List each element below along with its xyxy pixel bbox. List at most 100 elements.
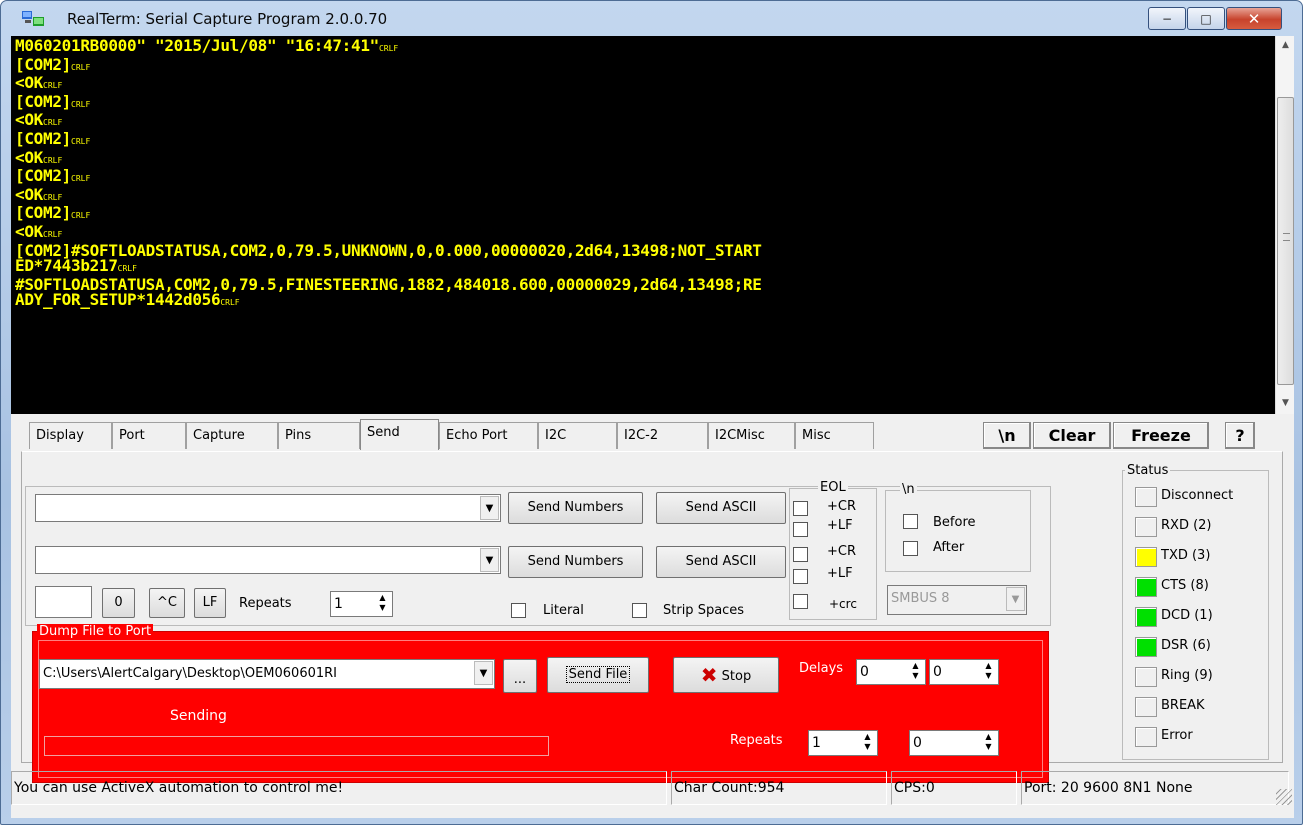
resize-grip-icon[interactable] bbox=[1276, 789, 1292, 805]
stop-button[interactable]: ✖ Stop bbox=[673, 657, 779, 693]
send-file-button[interactable]: Send File bbox=[547, 657, 649, 693]
dropdown-arrow-icon[interactable]: ▼ bbox=[1006, 587, 1025, 611]
file-path-combo[interactable]: C:\Users\AlertCalgary\Desktop\OEM060601R… bbox=[39, 659, 495, 689]
strip-spaces-checkbox[interactable] bbox=[632, 603, 647, 618]
terminal-line: [COM2]#SOFTLOADSTATUSA,COM2,0,79.5,UNKNO… bbox=[15, 240, 762, 260]
tab-display[interactable]: Display bbox=[29, 422, 112, 449]
spin-arrows-icon[interactable]: ▲ ▼ bbox=[980, 732, 997, 754]
tab-port[interactable]: Port bbox=[112, 422, 186, 449]
char-count: Char Count:954 bbox=[671, 771, 887, 805]
maximize-icon: □ bbox=[1200, 11, 1212, 26]
dump-repeats-spinner-1[interactable]: 1 ▲ ▼ bbox=[808, 730, 878, 756]
spin-arrows-icon[interactable]: ▲ ▼ bbox=[907, 661, 924, 683]
close-button[interactable]: ✕ bbox=[1226, 7, 1282, 30]
clear-button[interactable]: Clear bbox=[1033, 422, 1111, 449]
literal-checkbox[interactable] bbox=[511, 603, 526, 618]
send-ascii-button-2[interactable]: Send ASCII bbox=[656, 546, 786, 578]
send-ascii-button-1[interactable]: Send ASCII bbox=[656, 492, 786, 524]
dump-file-group: Dump File to Port C:\Users\AlertCalgary\… bbox=[32, 624, 1049, 783]
eol-cr-checkbox-2[interactable] bbox=[793, 547, 808, 562]
tab-i2c-2[interactable]: I2C-2 bbox=[617, 422, 708, 449]
status-label: RXD (2) bbox=[1161, 518, 1212, 533]
literal-label: Literal bbox=[543, 603, 584, 618]
tab-i2cmisc[interactable]: I2CMisc bbox=[708, 422, 795, 449]
minimize-icon: − bbox=[1161, 11, 1173, 26]
freeze-button[interactable]: Freeze bbox=[1113, 422, 1209, 449]
crlf-marker: CRLF bbox=[71, 99, 91, 109]
smbus-select[interactable]: SMBUS 8 ▼ bbox=[887, 585, 1027, 615]
repeats-spinner[interactable]: 1 ▲ ▼ bbox=[330, 591, 393, 617]
newline-button[interactable]: \n bbox=[983, 422, 1031, 449]
status-label: Ring (9) bbox=[1161, 668, 1213, 683]
crlf-marker: CRLF bbox=[43, 229, 63, 239]
terminal-line: [COM2]CRLF bbox=[15, 54, 91, 74]
status-led bbox=[1135, 727, 1157, 747]
dropdown-arrow-icon[interactable]: ▼ bbox=[474, 661, 493, 685]
spin-arrows-icon[interactable]: ▲ ▼ bbox=[859, 732, 876, 754]
status-bar: You can use ActiveX automation to contro… bbox=[11, 769, 1294, 809]
terminal-line: <OKCRLF bbox=[15, 184, 63, 204]
spin-arrows-icon[interactable]: ▲ ▼ bbox=[980, 661, 997, 683]
status-label: Error bbox=[1161, 728, 1193, 743]
newline-title: \n bbox=[900, 482, 917, 497]
port-info: Port: 20 9600 8N1 None bbox=[1021, 771, 1289, 805]
realterm-window: RealTerm: Serial Capture Program 2.0.0.7… bbox=[0, 0, 1303, 825]
maximize-button[interactable]: □ bbox=[1187, 7, 1225, 30]
before-checkbox[interactable] bbox=[903, 514, 918, 529]
repeats-label: Repeats bbox=[239, 596, 292, 611]
title-bar[interactable]: RealTerm: Serial Capture Program 2.0.0.7… bbox=[1, 1, 1302, 37]
delays-label: Delays bbox=[799, 661, 844, 676]
window-title: RealTerm: Serial Capture Program 2.0.0.7… bbox=[67, 10, 388, 28]
after-checkbox[interactable] bbox=[903, 541, 918, 556]
terminal-line: <OKCRLF bbox=[15, 73, 63, 93]
dump-repeats-spinner-2[interactable]: 0 ▲ ▼ bbox=[909, 730, 999, 756]
char-input[interactable] bbox=[35, 586, 92, 618]
dump-repeats-label: Repeats bbox=[730, 733, 783, 748]
scroll-thumb[interactable] bbox=[1277, 97, 1294, 385]
dropdown-arrow-icon[interactable]: ▼ bbox=[480, 548, 499, 572]
tab-echo-port[interactable]: Echo Port bbox=[439, 422, 538, 449]
tab-pins[interactable]: Pins bbox=[278, 422, 360, 449]
eol-crc-checkbox[interactable] bbox=[793, 594, 808, 609]
status-group: Status Disconnect RXD (2) TXD (3) CTS (8) DC… bbox=[1122, 463, 1269, 760]
scroll-up-icon[interactable]: ▲ bbox=[1276, 36, 1295, 54]
tab-send[interactable]: Send bbox=[360, 419, 439, 450]
status-label: Disconnect bbox=[1161, 488, 1234, 503]
eol-label: +CR bbox=[827, 544, 857, 559]
crlf-marker: CRLF bbox=[378, 44, 399, 53]
minimize-button[interactable]: − bbox=[1148, 7, 1186, 30]
newline-group: \n bbox=[885, 482, 1031, 572]
zero-button[interactable]: 0 bbox=[102, 588, 135, 618]
send-numbers-button-2[interactable]: Send Numbers bbox=[508, 546, 643, 578]
before-label: Before bbox=[933, 515, 976, 530]
eol-cr-checkbox-1[interactable] bbox=[793, 501, 808, 516]
browse-button[interactable]: ... bbox=[503, 659, 537, 693]
terminal-line: [COM2]CRLF bbox=[15, 166, 91, 186]
delay-spinner-1[interactable]: 0 ▲ ▼ bbox=[856, 659, 926, 685]
eol-title: EOL bbox=[818, 480, 848, 495]
lf-button[interactable]: LF bbox=[194, 588, 226, 618]
delay-spinner-2[interactable]: 0 ▲ ▼ bbox=[929, 659, 999, 685]
dropdown-arrow-icon[interactable]: ▼ bbox=[480, 496, 499, 520]
terminal-line: ADY_FOR_SETUP*1442d056CRLF bbox=[15, 290, 240, 310]
close-icon: ✕ bbox=[1247, 9, 1261, 28]
terminal-scrollbar[interactable]: ▲ ▼ bbox=[1275, 36, 1294, 414]
scroll-down-icon[interactable]: ▼ bbox=[1276, 394, 1295, 412]
help-button[interactable]: ? bbox=[1225, 422, 1255, 449]
status-message: You can use ActiveX automation to contro… bbox=[11, 771, 667, 805]
grip-icon bbox=[1283, 233, 1290, 241]
ctrl-c-button[interactable]: ^C bbox=[149, 588, 185, 618]
send-combo-1[interactable]: ▼ bbox=[35, 494, 501, 522]
status-label: CTS (8) bbox=[1161, 578, 1209, 593]
spin-arrows-icon[interactable]: ▲ ▼ bbox=[374, 593, 391, 615]
eol-lf-checkbox-2[interactable] bbox=[793, 569, 808, 584]
send-combo-2[interactable]: ▼ bbox=[35, 546, 501, 574]
terminal-output[interactable]: M060201RB0000" "2015/Jul/08" "16:47:41"C… bbox=[11, 36, 1275, 414]
tab-capture[interactable]: Capture bbox=[186, 422, 278, 449]
terminal-line: [COM2]CRLF bbox=[15, 91, 91, 111]
eol-lf-checkbox-1[interactable] bbox=[793, 522, 808, 537]
eol-label: +CR bbox=[827, 499, 857, 514]
send-numbers-button-1[interactable]: Send Numbers bbox=[508, 492, 643, 524]
tab-i2c[interactable]: I2C bbox=[538, 422, 617, 449]
tab-misc[interactable]: Misc bbox=[795, 422, 874, 449]
